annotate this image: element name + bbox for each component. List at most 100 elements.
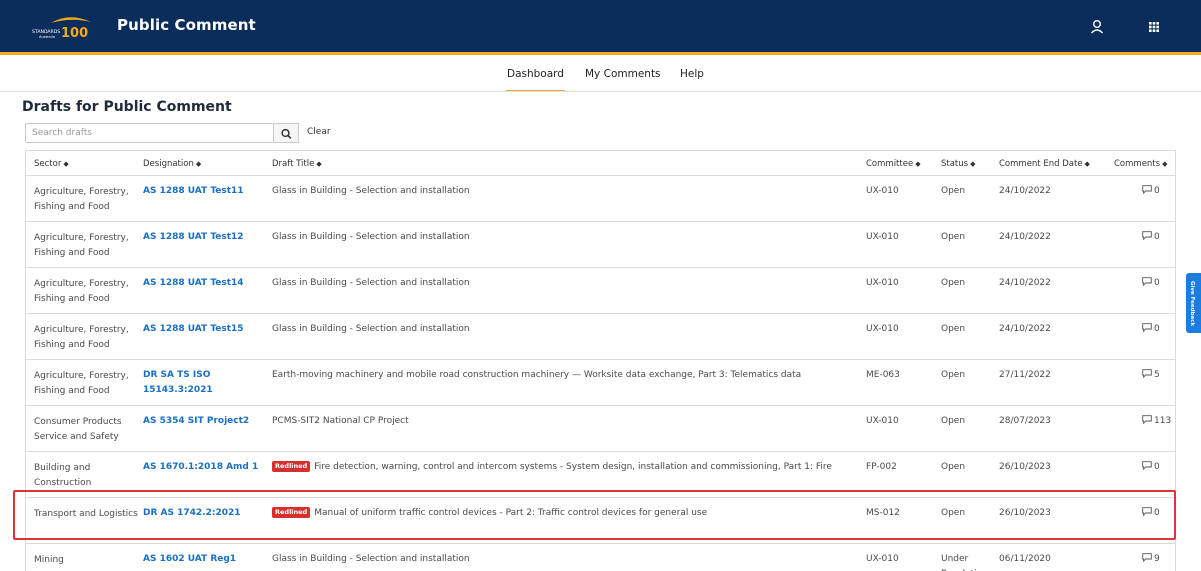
cell-status: Open (941, 278, 966, 288)
comments-count-value: 0 (1154, 508, 1160, 518)
cell-sector: Building and Construction (34, 463, 92, 488)
clear-search-link[interactable]: Clear (307, 127, 331, 137)
table-row[interactable]: Mining AS 1602 UAT Reg1 Glass in Building … (26, 544, 1175, 571)
cell-comment-end-date: 24/10/2022 (999, 324, 1051, 334)
feedback-label: Give Feedback (1189, 281, 1195, 327)
header-comment-end-date[interactable]: Comment End Date ◆ (999, 159, 1090, 169)
comment-icon (1142, 323, 1152, 332)
main-nav: Dashboard My Comments Help (0, 68, 1201, 92)
cell-sector: Mining (34, 555, 64, 565)
cell-draft-title: Earth-moving machinery and mobile road c… (272, 370, 802, 380)
cell-comment-end-date: 26/10/2023 (999, 508, 1051, 518)
sort-icon: ◆ (63, 160, 69, 168)
comments-count-value: 0 (1154, 462, 1160, 472)
sort-icon: ◆ (316, 160, 322, 168)
header-committee[interactable]: Committee ◆ (866, 159, 921, 169)
cell-committee: UX-010 (866, 324, 899, 334)
designation-link[interactable]: AS 5354 SIT Project2 (143, 414, 263, 429)
sort-icon: ◆ (195, 160, 202, 168)
redlined-badge: Redlined (272, 507, 311, 518)
comments-count[interactable]: 9 (1142, 552, 1160, 567)
designation-link[interactable]: AS 1288 UAT Test11 (143, 184, 263, 199)
cell-status: Open (941, 370, 966, 380)
table-row[interactable]: Agriculture, Forestry, Fishing and Food D… (26, 360, 1175, 406)
cell-status: Open (941, 416, 966, 426)
sort-icon: ◆ (970, 160, 976, 168)
comments-count-value: 5 (1154, 370, 1160, 380)
cell-draft-title: Redlined Manual of uniform traffic contro… (272, 506, 852, 521)
search-button[interactable] (274, 123, 299, 143)
comments-count[interactable]: 0 (1142, 460, 1160, 475)
comments-count-value: 0 (1154, 186, 1160, 196)
cell-comment-end-date: 24/10/2022 (999, 232, 1051, 242)
comments-count[interactable]: 0 (1142, 230, 1160, 245)
comments-count[interactable]: 5 (1142, 368, 1160, 383)
apps-grid-icon[interactable] (1144, 17, 1164, 37)
cell-status: Open (941, 324, 966, 334)
header-designation[interactable]: Designation ◆ (143, 159, 201, 169)
table-row[interactable]: Building and Construction AS 1670.1:2018 … (26, 452, 1175, 498)
comment-icon (1142, 277, 1152, 286)
draft-title-text: Manual of uniform traffic control device… (314, 508, 708, 518)
cell-comment-end-date: 26/10/2023 (999, 462, 1051, 472)
cell-status: Open (941, 462, 966, 472)
cell-committee: UX-010 (866, 416, 899, 426)
comments-count-value: 0 (1154, 324, 1160, 334)
table-row[interactable]: Consumer Products Service and Safety AS 5… (26, 406, 1175, 452)
search-input[interactable] (25, 123, 274, 143)
designation-link[interactable]: DR SA TS ISO 15143.3:2021 (143, 368, 263, 398)
sort-icon: ◆ (1084, 160, 1090, 168)
search-icon (281, 128, 292, 139)
designation-link[interactable]: AS 1670.1:2018 Amd 1 (143, 460, 263, 475)
cell-committee: UX-010 (866, 232, 899, 242)
cell-comment-end-date: 24/10/2022 (999, 278, 1051, 288)
tab-help[interactable]: Help (680, 68, 704, 92)
tab-my-comments[interactable]: My Comments (585, 68, 661, 92)
table-row[interactable]: Transport and Logistics DR AS 1742.2:2021… (26, 498, 1175, 544)
designation-link[interactable]: AS 1602 UAT Reg1 (143, 552, 263, 567)
table-row[interactable]: Agriculture, Forestry, Fishing and Food A… (26, 222, 1175, 268)
header-comments[interactable]: Comments ◆ (1114, 159, 1167, 169)
table-header: Sector ◆ Designation ◆ Draft Title ◆ Commit… (26, 151, 1175, 176)
comments-count[interactable]: 0 (1142, 276, 1160, 291)
comments-count-value: 0 (1154, 278, 1160, 288)
comments-count[interactable]: 0 (1142, 322, 1160, 337)
tab-dashboard[interactable]: Dashboard (506, 68, 565, 92)
page-title: Drafts for Public Comment (22, 99, 232, 115)
cell-status: Open (941, 186, 966, 196)
header-status[interactable]: Status ◆ (941, 159, 975, 169)
designation-link[interactable]: AS 1288 UAT Test14 (143, 276, 263, 291)
comments-count[interactable]: 0 (1142, 506, 1160, 521)
table-row[interactable]: Agriculture, Forestry, Fishing and Food A… (26, 176, 1175, 222)
designation-link[interactable]: AS 1288 UAT Test15 (143, 322, 263, 337)
cell-committee: ME-063 (866, 370, 900, 380)
comment-icon (1142, 553, 1152, 562)
cell-draft-title: Glass in Building - Selection and instal… (272, 278, 470, 288)
standards-australia-logo[interactable]: STANDARDS Australia 100 (31, 14, 97, 42)
cell-comment-end-date: 24/10/2022 (999, 186, 1051, 196)
sort-icon: ◆ (915, 160, 921, 168)
comments-count-value: 113 (1154, 416, 1172, 426)
comment-icon (1142, 415, 1152, 424)
header-sector[interactable]: Sector ◆ (34, 159, 69, 169)
cell-status: Under Resolution (941, 554, 988, 571)
cell-sector: Consumer Products Service and Safety (34, 417, 122, 442)
cell-draft-title: Glass in Building - Selection and instal… (272, 232, 470, 242)
table-row[interactable]: Agriculture, Forestry, Fishing and Food A… (26, 314, 1175, 360)
table-row[interactable]: Agriculture, Forestry, Fishing and Food A… (26, 268, 1175, 314)
user-icon[interactable] (1087, 17, 1107, 37)
comment-icon (1142, 507, 1152, 516)
cell-status: Open (941, 232, 966, 242)
feedback-tab[interactable]: Give Feedback (1186, 273, 1201, 333)
cell-sector: Transport and Logistics (34, 509, 138, 519)
cell-committee: UX-010 (866, 186, 899, 196)
comment-icon (1142, 231, 1152, 240)
comments-count[interactable]: 0 (1142, 184, 1160, 199)
sort-icon: ◆ (1162, 160, 1168, 168)
designation-link[interactable]: DR AS 1742.2:2021 (143, 506, 263, 521)
comments-count[interactable]: 113 (1142, 414, 1171, 429)
header-draft-title[interactable]: Draft Title ◆ (272, 159, 322, 169)
cell-draft-title: Glass in Building - Selection and instal… (272, 324, 470, 334)
cell-status: Open (941, 508, 966, 518)
designation-link[interactable]: AS 1288 UAT Test12 (143, 230, 263, 245)
